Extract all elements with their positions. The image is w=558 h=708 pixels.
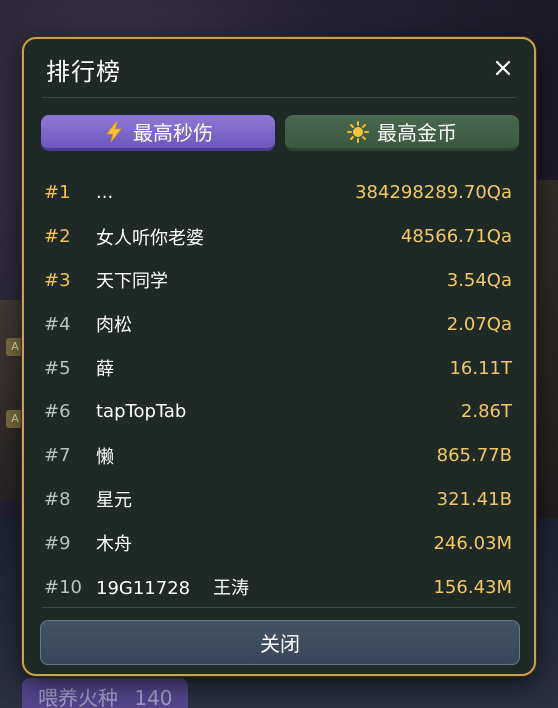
leaderboard-row: #9 木舟 246.03M <box>42 521 516 565</box>
close-icon[interactable] <box>490 55 516 81</box>
header-divider <box>42 97 516 98</box>
rank-number: #1 <box>44 182 71 204</box>
rank-number: #5 <box>44 357 71 379</box>
close-button[interactable]: 关闭 <box>40 620 520 665</box>
rank-number: #3 <box>44 269 71 291</box>
lightning-icon <box>103 121 125 143</box>
leaderboard-row: #5 薛 16.11T <box>42 346 516 390</box>
player-score: 2.07Qa <box>446 313 512 335</box>
rank-number: #6 <box>44 401 71 423</box>
player-name: 肉松 <box>96 315 132 337</box>
leaderboard-row: #2 女人听你老婆 48566.71Qa <box>42 215 516 259</box>
tab-label: 最高秒伤 <box>133 121 213 145</box>
player-name: 懒 <box>96 446 114 468</box>
player-name: 星元 <box>96 490 132 512</box>
player-score: 16.11T <box>449 357 512 379</box>
tab-max-gold[interactable]: 最高金币 <box>285 115 519 151</box>
player-name: 木舟 <box>96 534 132 556</box>
rank-number: #8 <box>44 488 71 510</box>
rank-number: #10 <box>44 576 82 598</box>
player-score: 156.43M <box>433 576 512 598</box>
sun-icon <box>347 120 369 143</box>
player-name: 19G11728 王涛 <box>96 578 249 600</box>
leaderboard-row: #6 tapTopTab 2.86T <box>42 390 516 434</box>
leaderboard-row: #7 懒 865.77B <box>42 434 516 478</box>
leaderboard-row: #1 ... 384298289.70Qa <box>42 171 516 215</box>
rank-number: #7 <box>44 445 71 467</box>
player-name: 女人听你老婆 <box>96 227 204 249</box>
player-score: 3.54Qa <box>446 269 512 291</box>
footer-divider <box>42 607 516 608</box>
player-score: 384298289.70Qa <box>355 182 512 204</box>
leaderboard-modal: 排行榜 最高秒伤 最高金币 #1 ... 384298289.70Qa #2 女… <box>22 37 536 676</box>
player-score: 865.77B <box>436 445 512 467</box>
close-button-label: 关闭 <box>260 632 300 656</box>
feed-fire-label: 喂养火种 <box>38 686 118 708</box>
tab-max-dps[interactable]: 最高秒伤 <box>41 115 275 151</box>
player-name: 薛 <box>96 359 114 381</box>
player-score: 246.03M <box>433 532 512 554</box>
feed-fire-chip: 喂养火种 140 <box>22 678 188 708</box>
player-score: 321.41B <box>436 488 512 510</box>
modal-title: 排行榜 <box>46 58 121 86</box>
leaderboard-row: #10 19G11728 王涛 156.43M <box>42 565 516 609</box>
leaderboard-row: #3 天下同学 3.54Qa <box>42 259 516 303</box>
leaderboard-row: #4 肉松 2.07Qa <box>42 302 516 346</box>
leaderboard-list: #1 ... 384298289.70Qa #2 女人听你老婆 48566.71… <box>42 171 516 609</box>
feed-fire-count: 140 <box>134 686 173 708</box>
rank-number: #4 <box>44 313 71 335</box>
player-name: ... <box>96 182 114 204</box>
leaderboard-row: #8 星元 321.41B <box>42 478 516 522</box>
tab-label: 最高金币 <box>377 121 457 145</box>
rank-number: #9 <box>44 532 71 554</box>
player-score: 48566.71Qa <box>400 226 512 248</box>
player-name: tapTopTab <box>96 401 187 423</box>
player-score: 2.86T <box>460 401 512 423</box>
player-name: 天下同学 <box>96 271 168 293</box>
rank-number: #2 <box>44 226 71 248</box>
